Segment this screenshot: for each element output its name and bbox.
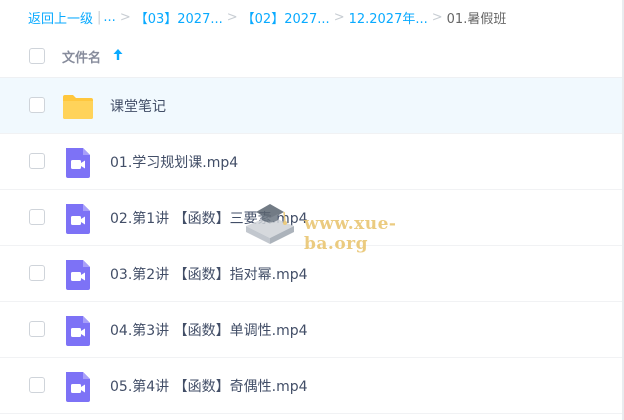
file-row[interactable]: 01.学习规划课.mp4 [0, 134, 624, 190]
breadcrumb-ellipsis[interactable]: ... [103, 10, 115, 25]
video-file-icon [66, 260, 90, 290]
row-checkbox[interactable] [29, 321, 45, 337]
breadcrumb: 返回上一级 | ... > 【03】2027... > 【02】2027... … [0, 0, 624, 34]
arrow-up-icon[interactable] [112, 47, 124, 63]
file-row[interactable]: 03.第2讲 【函数】指对幂.mp4 [0, 246, 624, 302]
watermark-text: www.xue-ba.org [304, 214, 397, 254]
row-checkbox[interactable] [29, 97, 45, 113]
column-header-filename[interactable]: 文件名 [62, 47, 101, 66]
watermark: www.xue-ba.org [236, 194, 456, 254]
breadcrumb-separator: > [226, 9, 238, 25]
folder-icon [63, 95, 93, 119]
file-row[interactable]: 05.第4讲 【函数】奇偶性.mp4 [0, 358, 624, 414]
file-name[interactable]: 05.第4讲 【函数】奇偶性.mp4 [110, 376, 308, 396]
file-row[interactable]: 04.第3讲 【函数】单调性.mp4 [0, 302, 624, 358]
video-file-icon [66, 316, 90, 346]
row-checkbox[interactable] [29, 377, 45, 393]
file-name[interactable]: 04.第3讲 【函数】单调性.mp4 [110, 320, 308, 340]
breadcrumb-divider: | [97, 9, 102, 25]
file-name[interactable]: 03.第2讲 【函数】指对幂.mp4 [110, 264, 308, 284]
breadcrumb-separator: > [431, 9, 443, 25]
back-link[interactable]: 返回上一级 [28, 8, 93, 27]
video-file-icon [66, 204, 90, 234]
breadcrumb-item[interactable]: 【02】2027... [242, 8, 330, 27]
list-header: 文件名 [0, 34, 624, 78]
row-checkbox[interactable] [29, 153, 45, 169]
breadcrumb-item[interactable]: 12.2027年... [349, 8, 428, 27]
video-file-icon [66, 372, 90, 402]
select-all-checkbox[interactable] [29, 48, 45, 64]
breadcrumb-item[interactable]: 【03】2027... [135, 8, 223, 27]
file-row[interactable]: 课堂笔记 [0, 78, 624, 134]
breadcrumb-separator: > [333, 9, 345, 25]
graduation-cap-icon [246, 204, 294, 244]
file-name[interactable]: 课堂笔记 [110, 96, 166, 116]
video-file-icon [66, 148, 90, 178]
breadcrumb-current: 01.暑假班 [446, 11, 507, 27]
file-browser: 返回上一级 | ... > 【03】2027... > 【02】2027... … [0, 0, 624, 420]
row-checkbox[interactable] [29, 265, 45, 281]
breadcrumb-separator: > [119, 9, 131, 25]
file-name[interactable]: 01.学习规划课.mp4 [110, 152, 238, 172]
row-checkbox[interactable] [29, 209, 45, 225]
